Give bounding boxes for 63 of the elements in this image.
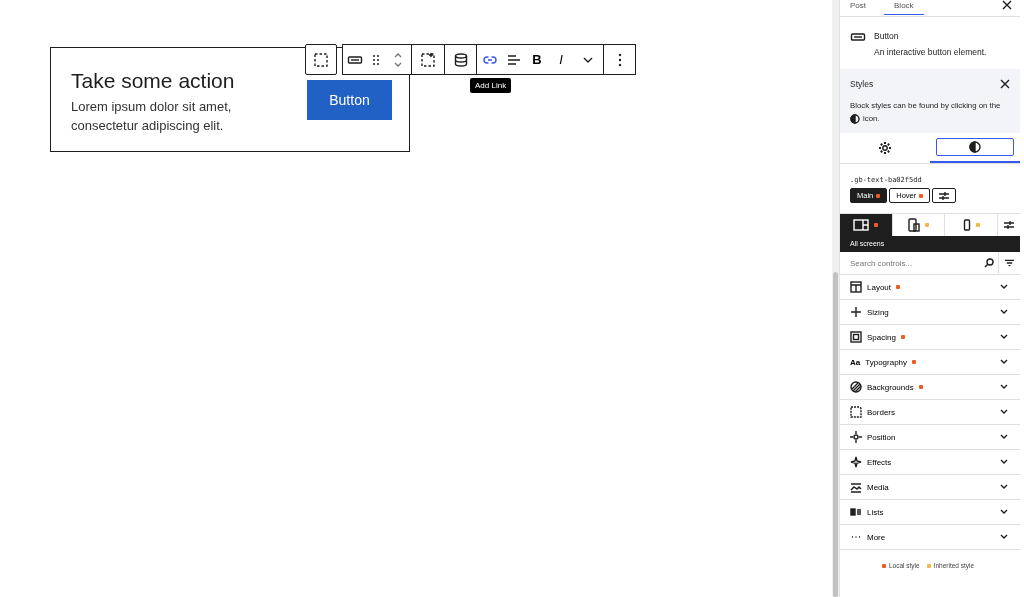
- chevron-down-icon: [1000, 509, 1008, 515]
- panel-label: Position: [867, 432, 896, 442]
- close-icon: [1000, 79, 1010, 89]
- notice-title: Styles: [850, 79, 874, 89]
- contrast-icon: [850, 113, 860, 124]
- lists-icon: [850, 506, 862, 518]
- panel-label: Layout: [867, 282, 892, 292]
- cta-button[interactable]: Button: [307, 80, 392, 120]
- tooltip: Add Link: [470, 78, 512, 93]
- sliders-icon: [1004, 220, 1014, 230]
- tablet-icon: [908, 218, 920, 232]
- chevron-down-icon: [1000, 334, 1008, 340]
- panel-label: Borders: [867, 407, 895, 417]
- more-vertical-icon: [617, 52, 622, 67]
- effects-icon: [850, 456, 862, 468]
- search-icon: [984, 258, 994, 268]
- chevron-down-icon: [1000, 309, 1008, 315]
- mobile-icon: [962, 219, 971, 231]
- desktop-icon: [853, 219, 870, 231]
- dashed-square-plus-icon: [420, 51, 436, 68]
- scrollbar[interactable]: [832, 0, 839, 597]
- chevron-down-icon: [1000, 484, 1008, 490]
- chevron-down-icon: [1000, 384, 1008, 390]
- dashed-square-icon: [313, 51, 329, 68]
- bold-button[interactable]: B: [525, 45, 549, 74]
- chevron-down-icon: [1000, 534, 1008, 540]
- filter-icon: [1005, 259, 1014, 267]
- sliders-icon: [939, 190, 950, 201]
- panel-label: Media: [867, 482, 889, 492]
- borders-icon: [850, 406, 862, 418]
- chevron-down-icon: [1000, 284, 1008, 290]
- device-tab[interactable]: [840, 214, 893, 236]
- layout-icon: [850, 281, 862, 293]
- block-heading: Take some action: [71, 68, 236, 94]
- settings-icon: [878, 141, 892, 155]
- sidebar-tab[interactable]: Block: [884, 0, 924, 15]
- media-icon: [850, 481, 862, 493]
- block-paragraph: Lorem ipsum dolor sit amet, consectetur adipiscing elit.: [71, 98, 233, 135]
- panel-label: Spacing: [867, 332, 896, 342]
- sizing-icon: [850, 306, 862, 318]
- chevron-down-icon: [1000, 359, 1008, 365]
- spacing-icon: [850, 331, 862, 343]
- sidebar-tab[interactable]: Post: [848, 0, 868, 14]
- typography-icon: Aa: [850, 357, 861, 367]
- chevron-down-icon: [1000, 409, 1008, 415]
- panel-label: More: [867, 532, 886, 542]
- chevron-down-icon: [1000, 434, 1008, 440]
- close-icon: [1002, 0, 1012, 10]
- block-name: Button: [874, 31, 900, 41]
- chevron-down-icon: [1000, 459, 1008, 465]
- settings-button[interactable]: [932, 188, 957, 203]
- contrast-icon: [936, 138, 1014, 156]
- backgrounds-icon: [850, 381, 862, 393]
- block-description: An interactive button element.: [874, 47, 987, 57]
- panel-label: Sizing: [867, 307, 889, 317]
- panel-label: Backgrounds: [867, 382, 914, 392]
- panel-label: Typography: [865, 357, 908, 367]
- italic-button[interactable]: I: [549, 45, 573, 74]
- panel-label: Lists: [867, 507, 884, 517]
- position-icon: [850, 431, 862, 443]
- panel-label: Effects: [867, 457, 892, 467]
- drag-icon: [371, 52, 381, 67]
- database-icon: [452, 51, 469, 68]
